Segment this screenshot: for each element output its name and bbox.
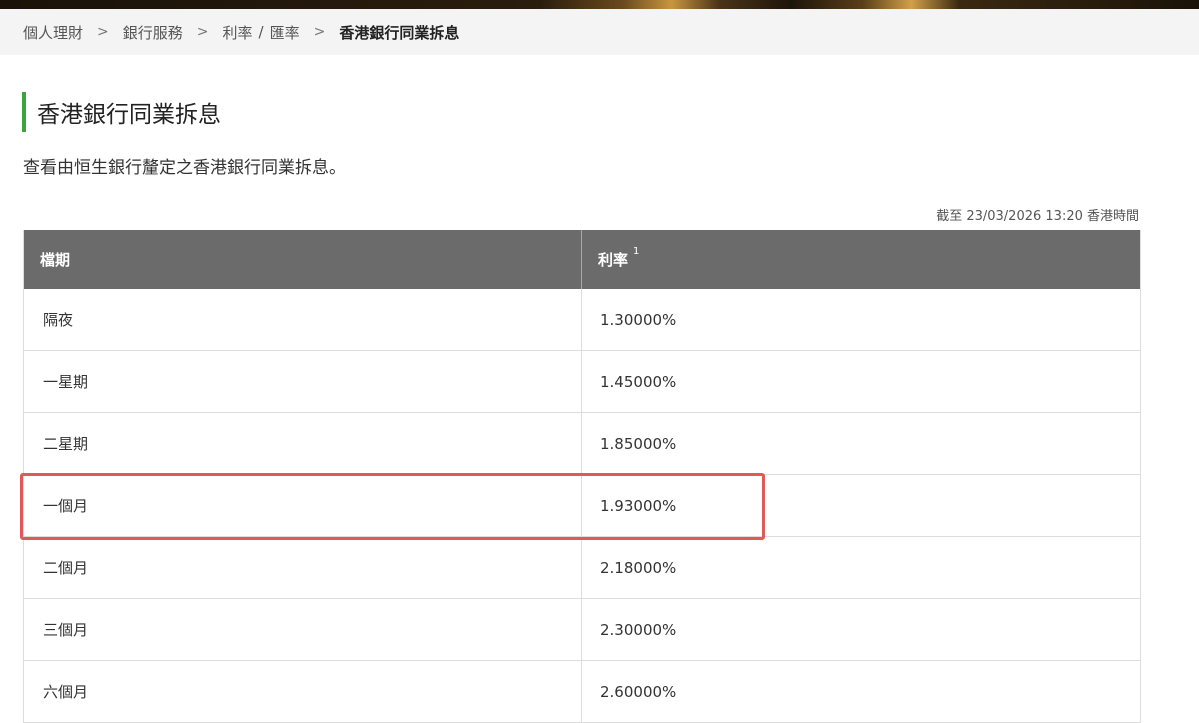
rate-cell: 1.85000% [600,434,677,453]
header-rate: 利率 1 [582,230,1138,289]
table-row: 隔夜 1.30000% [24,289,1140,351]
rate-footnote-marker: 1 [633,246,640,257]
breadcrumb-slash: / [258,23,264,41]
as-of-timestamp: 截至 23/03/2026 13:20 香港時間 [936,209,1139,224]
chevron-right-icon: > [97,24,109,40]
chevron-right-icon: > [313,24,326,40]
term-cell: 二個月 [24,537,582,598]
title-accent-bar [22,92,26,132]
header-term: 檔期 [24,230,582,289]
header-term-label: 檔期 [40,251,71,269]
top-banner-image [0,0,1199,9]
breadcrumb-current-hibor: 香港銀行同業拆息 [339,23,460,42]
rate-cell: 1.93000% [600,496,677,515]
table-row: 二星期 1.85000% [24,413,1140,475]
page-title: 香港銀行同業拆息 [37,102,221,128]
header-rate-label: 利率 [598,251,629,269]
rate-cell: 1.45000% [600,372,677,391]
breadcrumb-interest-rates[interactable]: 利率 [223,22,253,43]
breadcrumb-bar: 個人理財 > 銀行服務 > 利率 / 匯率 > 香港銀行同業拆息 [0,9,1199,55]
table-header: 檔期 利率 1 [24,230,1140,289]
table-row: 一個月 1.93000% [24,475,1140,537]
table-row: 三個月 2.30000% [24,599,1140,661]
table-row: 二個月 2.18000% [24,537,1140,599]
breadcrumb-personal-banking[interactable]: 個人理財 [23,22,83,43]
breadcrumb-exchange-rates[interactable]: 匯率 [270,22,300,43]
term-cell: 一個月 [24,475,582,536]
breadcrumb-banking-services[interactable]: 銀行服務 [123,22,183,43]
term-cell: 隔夜 [24,289,582,350]
page-title-block: 香港銀行同業拆息 [22,92,221,132]
rate-cell: 2.18000% [600,558,677,577]
rate-cell: 2.30000% [600,620,677,639]
chevron-right-icon: > [196,24,209,40]
hibor-rates-table: 檔期 利率 1 隔夜 1.30000% 一星期 1.45000% 二星期 1.8… [23,230,1141,723]
term-cell: 三個月 [24,599,582,660]
breadcrumb: 個人理財 > 銀行服務 > 利率 / 匯率 > 香港銀行同業拆息 [23,9,459,55]
table-row: 一星期 1.45000% [24,351,1140,413]
page-description: 查看由恒生銀行釐定之香港銀行同業拆息。 [23,158,346,178]
rate-cell: 1.30000% [600,310,677,329]
table-row: 六個月 2.60000% [24,661,1140,723]
term-cell: 二星期 [24,413,582,474]
term-cell: 一星期 [24,351,582,412]
